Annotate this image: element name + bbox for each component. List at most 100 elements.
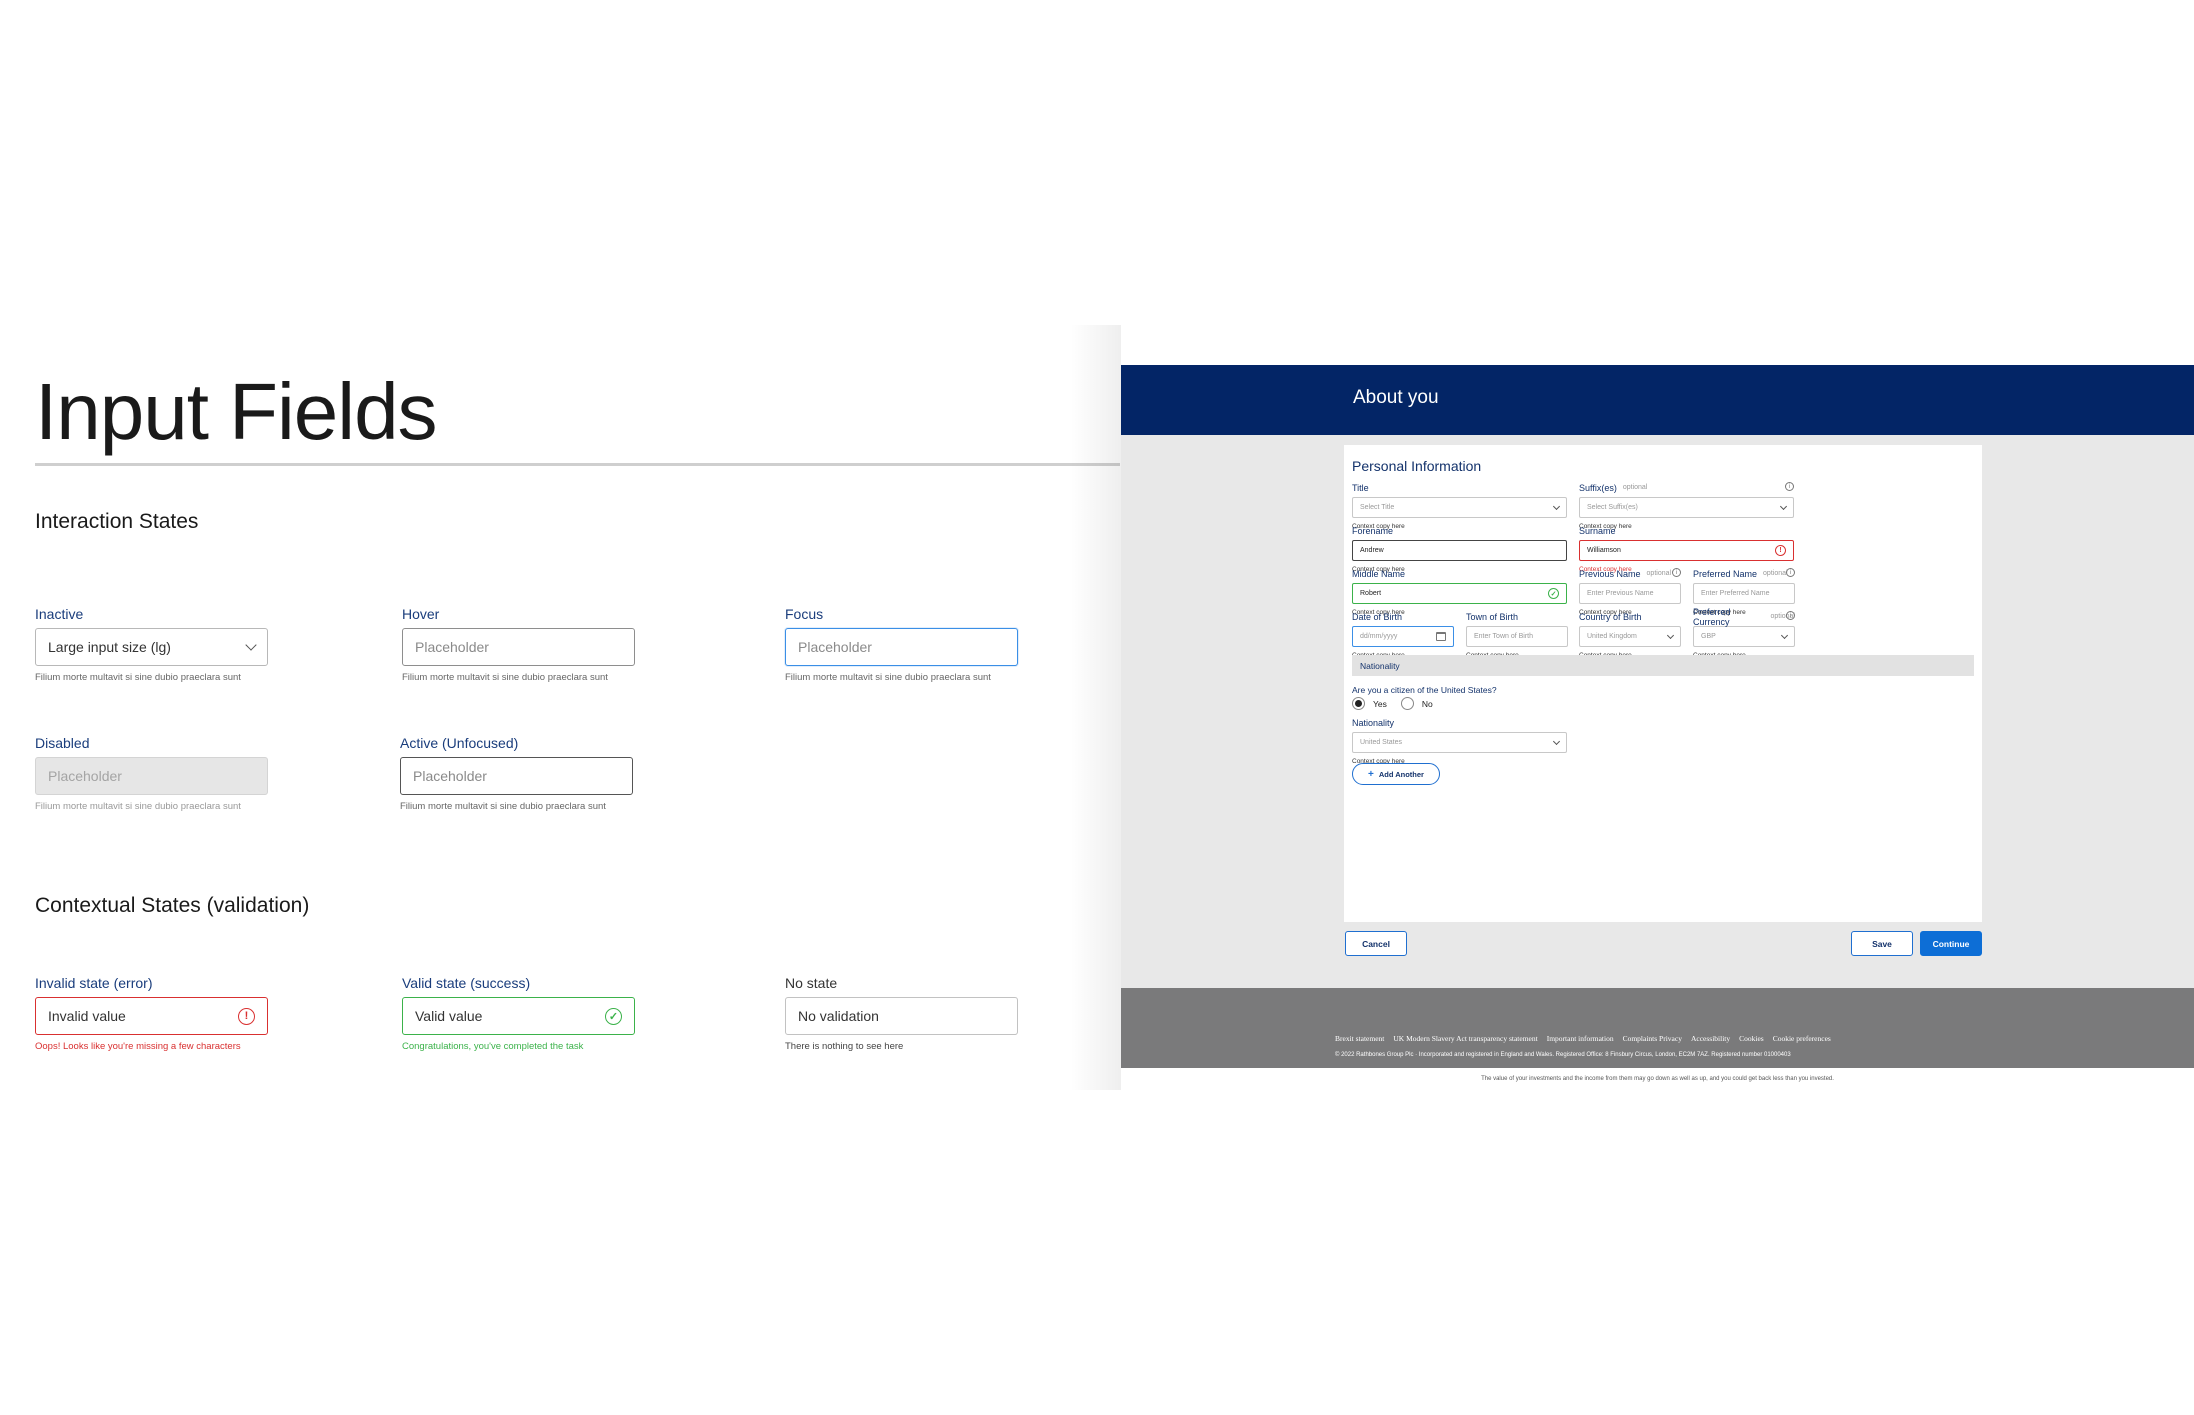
chevron-down-icon bbox=[1780, 631, 1789, 639]
investment-disclaimer: The value of your investments and the in… bbox=[1481, 1076, 1834, 1082]
placeholder-text: Placeholder bbox=[48, 768, 122, 784]
info-icon[interactable]: i bbox=[1786, 568, 1795, 577]
country-of-birth-select[interactable]: United Kingdom bbox=[1579, 626, 1681, 647]
field-label: Nationality bbox=[1352, 717, 1395, 728]
field-label-text: Suffix(es) bbox=[1579, 482, 1617, 493]
field-label: Previous Name optional bbox=[1579, 568, 1681, 579]
middle-name-input[interactable]: Robert ✓ bbox=[1352, 583, 1567, 604]
surname-field: Surname Williamson ! Context copy here bbox=[1579, 525, 1794, 573]
page-body: Personal Information Title Select Title … bbox=[1121, 435, 2194, 988]
info-icon[interactable]: i bbox=[1672, 568, 1681, 577]
disabled-input: Placeholder bbox=[35, 757, 268, 795]
check-icon: ✓ bbox=[1548, 588, 1559, 599]
invalid-input[interactable]: Invalid value ! bbox=[35, 997, 268, 1035]
field-label: Country of Birth bbox=[1579, 611, 1642, 622]
about-you-page: About you Personal Information Title Sel… bbox=[1121, 325, 2194, 1090]
footer-link[interactable]: UK Modern Slavery Act transparency state… bbox=[1393, 1034, 1537, 1043]
help-text: Filium morte multavit si sine dubio prae… bbox=[35, 672, 241, 683]
select-placeholder: Select Title bbox=[1360, 504, 1395, 511]
preferred-name-input[interactable]: Enter Preferred Name bbox=[1693, 583, 1795, 604]
card-title: Personal Information bbox=[1352, 458, 1482, 474]
focus-input[interactable]: Placeholder bbox=[785, 628, 1018, 666]
field-label: Date of Birth bbox=[1352, 611, 1403, 622]
hover-input[interactable]: Placeholder bbox=[402, 628, 635, 666]
input-value: Robert bbox=[1360, 590, 1382, 597]
nostate-input[interactable]: No validation bbox=[785, 997, 1018, 1035]
footer-link[interactable]: Cookie preferences bbox=[1773, 1034, 1831, 1043]
suffix-field: Suffix(es) optional i Select Suffix(es) … bbox=[1579, 482, 1794, 530]
calendar-icon[interactable] bbox=[1436, 632, 1446, 641]
error-icon: ! bbox=[1775, 545, 1786, 556]
add-another-button[interactable]: + Add Another bbox=[1352, 763, 1440, 785]
footer-link[interactable]: Brexit statement bbox=[1335, 1034, 1384, 1043]
footer-link[interactable]: Complaints Privacy bbox=[1623, 1034, 1682, 1043]
plus-icon: + bbox=[1368, 768, 1374, 780]
field-label: Middle Name bbox=[1352, 568, 1406, 579]
page-header: About you bbox=[1121, 365, 2194, 435]
add-another-label: Add Another bbox=[1378, 769, 1424, 779]
field-label: Suffix(es) optional bbox=[1579, 482, 1794, 493]
nationality-select[interactable]: United States bbox=[1352, 732, 1567, 753]
date-of-birth-input[interactable]: dd/mm/yyyy bbox=[1352, 626, 1454, 647]
invalid-field-example: Invalid state (error) Invalid value ! Oo… bbox=[35, 975, 268, 1052]
chevron-down-icon bbox=[1779, 502, 1788, 510]
inactive-select[interactable]: Large input size (lg) bbox=[35, 628, 268, 666]
field-label: Surname bbox=[1579, 525, 1616, 536]
help-text: Filium morte multavit si sine dubio prae… bbox=[35, 801, 241, 812]
radio-no[interactable] bbox=[1400, 697, 1414, 710]
radio-yes[interactable] bbox=[1352, 697, 1365, 710]
town-of-birth-input[interactable]: Enter Town of Birth bbox=[1466, 626, 1568, 647]
footer-link[interactable]: Important information bbox=[1547, 1034, 1614, 1043]
valid-input[interactable]: Valid value ✓ bbox=[402, 997, 635, 1035]
input-placeholder: dd/mm/yyyy bbox=[1360, 633, 1398, 640]
radio-no-label: No bbox=[1421, 698, 1433, 709]
input-placeholder: Enter Previous Name bbox=[1587, 590, 1654, 597]
disabled-field-example: Disabled Placeholder Filium morte multav… bbox=[35, 735, 268, 812]
citizen-question: Are you a citizen of the United States? bbox=[1352, 685, 1497, 695]
title-select[interactable]: Select Title bbox=[1352, 497, 1567, 518]
field-label: Forename bbox=[1352, 525, 1394, 536]
info-icon[interactable]: i bbox=[1785, 482, 1794, 491]
select-placeholder: Select Suffix(es) bbox=[1587, 504, 1638, 511]
chevron-down-icon bbox=[1666, 631, 1675, 639]
cancel-button[interactable]: Cancel bbox=[1345, 931, 1407, 956]
optional-tag: optional bbox=[1763, 570, 1788, 577]
save-button[interactable]: Save bbox=[1851, 931, 1913, 956]
field-label: Preferred Currency optional bbox=[1693, 607, 1795, 627]
suffix-select[interactable]: Select Suffix(es) bbox=[1579, 497, 1794, 518]
active-field-example: Active (Unfocused) Placeholder Filium mo… bbox=[400, 735, 633, 812]
town-of-birth-field: Town of Birth Enter Town of Birth Contex… bbox=[1466, 611, 1568, 659]
forename-input[interactable]: Andrew bbox=[1352, 540, 1567, 561]
preferred-currency-select[interactable]: GBP bbox=[1693, 626, 1795, 647]
chevron-down-icon bbox=[1552, 737, 1561, 745]
placeholder-text: Placeholder bbox=[415, 639, 489, 655]
inactive-field-example: Inactive Large input size (lg) Filium mo… bbox=[35, 606, 268, 683]
personal-information-card: Personal Information Title Select Title … bbox=[1344, 445, 1982, 922]
field-label: Active (Unfocused) bbox=[400, 735, 519, 751]
interaction-states-heading: Interaction States bbox=[35, 510, 199, 533]
success-message: Congratulations, you've completed the ta… bbox=[402, 1041, 584, 1052]
spec-title: Input Fields bbox=[35, 367, 438, 456]
input-value: Andrew bbox=[1360, 547, 1384, 554]
info-icon[interactable]: i bbox=[1786, 611, 1795, 620]
country-of-birth-field: Country of Birth United Kingdom Context … bbox=[1579, 611, 1681, 659]
help-text: There is nothing to see here bbox=[785, 1041, 904, 1052]
continue-button[interactable]: Continue bbox=[1920, 931, 1982, 956]
select-value: GBP bbox=[1701, 633, 1716, 640]
error-message: Oops! Looks like you're missing a few ch… bbox=[35, 1041, 241, 1052]
field-label: Inactive bbox=[35, 606, 84, 622]
footer-links: Brexit statement UK Modern Slavery Act t… bbox=[1335, 1034, 1831, 1043]
active-input[interactable]: Placeholder bbox=[400, 757, 633, 795]
title-field: Title Select Title Context copy here bbox=[1352, 482, 1567, 530]
previous-name-input[interactable]: Enter Previous Name bbox=[1579, 583, 1681, 604]
footer-link[interactable]: Accessibility bbox=[1691, 1034, 1730, 1043]
help-text: Filium morte multavit si sine dubio prae… bbox=[400, 801, 606, 812]
field-label-text: Preferred Name bbox=[1693, 568, 1758, 579]
footer-link[interactable]: Cookies bbox=[1739, 1034, 1764, 1043]
citizen-radio-group: Yes No bbox=[1352, 697, 1433, 710]
surname-input[interactable]: Williamson ! bbox=[1579, 540, 1794, 561]
field-label: Town of Birth bbox=[1466, 611, 1519, 622]
nostate-field-example: No state No validation There is nothing … bbox=[785, 975, 1018, 1052]
input-value: No validation bbox=[798, 1008, 879, 1024]
input-placeholder: Enter Preferred Name bbox=[1701, 590, 1770, 597]
